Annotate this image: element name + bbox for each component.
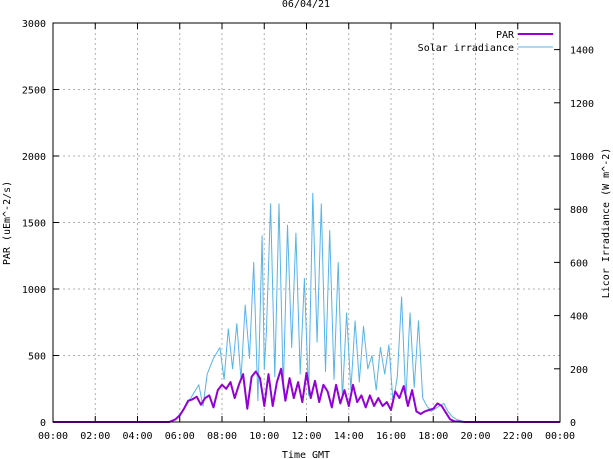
y-tick-label: 3000 — [22, 19, 46, 30]
legend-label-par: PAR — [496, 30, 515, 41]
legend-label-solar-irradiance: Solar irradiance — [418, 43, 514, 54]
grid-lines — [53, 23, 560, 422]
x-tick-label: 20:00 — [460, 431, 490, 442]
y-tick-label: 500 — [28, 352, 46, 363]
x-tick-label: 04:00 — [122, 431, 152, 442]
chart-title: 06/04/21 — [282, 0, 330, 10]
x-tick-label: 12:00 — [291, 431, 321, 442]
x-tick-label: 16:00 — [376, 431, 406, 442]
y-tick-label: 2500 — [22, 86, 46, 97]
y-tick-label: 2000 — [22, 152, 46, 163]
x-tick-label: 00:00 — [545, 431, 575, 442]
x-tick-label: 08:00 — [207, 431, 237, 442]
y2-tick-label: 0 — [570, 418, 576, 429]
y-tick-labels: 0 500 1000 1500 2000 2500 3000 — [22, 19, 46, 429]
x-tick-label: 22:00 — [503, 431, 533, 442]
y2-tick-label: 600 — [570, 258, 588, 269]
chart: 00:00 02:00 04:00 06:00 08:00 10:00 12:00 14:00… — [2, 0, 612, 459]
x-tick-label: 06:00 — [165, 431, 195, 442]
y2-tick-label: 1200 — [570, 99, 594, 110]
x-tick-label: 10:00 — [249, 431, 279, 442]
y-tick-label: 1000 — [22, 285, 46, 296]
x-axis-label: Time GMT — [282, 450, 330, 459]
x-tick-label: 18:00 — [418, 431, 448, 442]
y2-tick-label: 1400 — [570, 46, 594, 57]
y-axis-label: PAR (uEm^-2/s) — [2, 181, 13, 265]
x-tick-label: 02:00 — [80, 431, 110, 442]
series-layer — [53, 192, 560, 423]
legend: PAR Solar irradiance — [418, 30, 553, 54]
y-tick-label: 1500 — [22, 219, 46, 230]
solar-irradiance-series-line — [53, 192, 560, 423]
y2-tick-labels: 0 200 400 600 800 1000 1200 1400 — [570, 46, 594, 429]
y2-tick-label: 200 — [570, 365, 588, 376]
x-tick-labels: 00:00 02:00 04:00 06:00 08:00 10:00 12:00 14:00… — [38, 431, 575, 442]
y2-tick-label: 800 — [570, 205, 588, 216]
x-tick-label: 00:00 — [38, 431, 68, 442]
y2-axis-label: Licor Irradiance (W m^-2) — [601, 148, 612, 299]
y2-tick-label: 1000 — [570, 152, 594, 163]
y2-tick-label: 400 — [570, 312, 588, 323]
x-tick-label: 14:00 — [334, 431, 364, 442]
y-tick-label: 0 — [40, 418, 46, 429]
